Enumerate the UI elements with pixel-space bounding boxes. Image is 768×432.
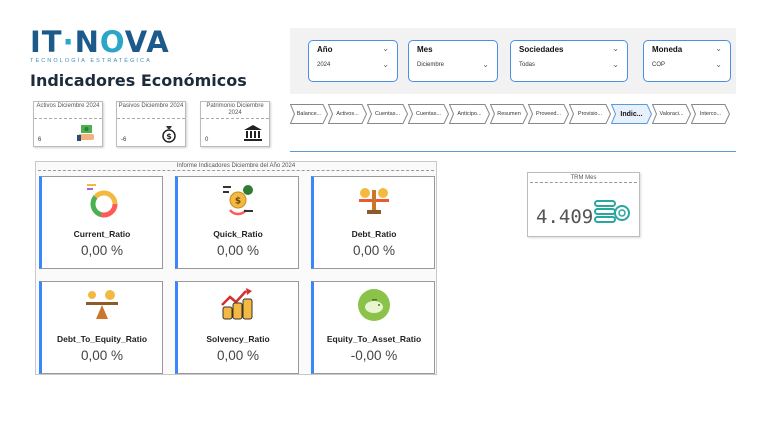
nav-tab-button[interactable]: Indic... xyxy=(611,104,652,124)
ratio-value: 0,00 % xyxy=(352,243,396,258)
nav-tab-button[interactable]: Cuentas... xyxy=(367,104,408,124)
chevron-down-icon[interactable]: ⌄ xyxy=(715,60,722,69)
ratio-value: 0,00 % xyxy=(216,348,260,363)
nav-tab-button[interactable]: Resumen xyxy=(490,104,528,124)
nav-tab-label: Provisio... xyxy=(577,111,603,117)
kpi-card-assets: Activos Diciembre 2024 6 xyxy=(33,101,103,147)
chevron-down-icon[interactable]: ⌄ xyxy=(715,44,722,53)
money-bag-icon: $ xyxy=(162,126,176,143)
slicer-value: 2024 xyxy=(317,62,331,68)
money-scale-icon xyxy=(86,290,118,319)
logo-tagline: TECNOLOGÍA ESTRATÉGICA xyxy=(30,58,152,64)
ratio-label: Equity_To_Asset_Ratio xyxy=(326,334,422,344)
nav-tab-label: Balance... xyxy=(296,111,322,117)
currency-slicer[interactable]: Moneda COP ⌄ ⌄ xyxy=(643,40,731,82)
nav-tab-label: Cuentas... xyxy=(415,111,442,117)
slicer-value: COP xyxy=(652,62,666,68)
balance-scale-icon xyxy=(359,188,389,214)
nav-tab-button[interactable]: Balance... xyxy=(290,104,328,124)
kpi-title: Patrimonio Diciembre 2024 xyxy=(201,102,269,119)
hand-money-icon xyxy=(77,125,94,141)
nav-tab-button[interactable]: Proveed... xyxy=(528,104,569,124)
trm-title: TRM Mes xyxy=(530,173,637,183)
chevron-down-icon[interactable]: ⌄ xyxy=(612,60,619,69)
piggy-bank-icon xyxy=(358,289,390,321)
divider-line xyxy=(290,151,736,152)
ratio-value: -0,00 % xyxy=(350,348,398,363)
ratio-label: Debt_Ratio xyxy=(351,229,397,239)
logo-text-b: N xyxy=(74,25,100,59)
nav-tab-button[interactable]: Anticipo... xyxy=(449,104,490,124)
solvency-ratio-card: Solvency_Ratio 0,00 % xyxy=(175,281,299,374)
slicer-value: Todas xyxy=(519,62,536,68)
nav-tab-label: Activos... xyxy=(336,111,359,117)
indicators-panel: Informe Indicadores Diciembre del Año 20… xyxy=(35,161,437,375)
slicer-label: Sociedades xyxy=(519,45,564,54)
nav-tab-label: Interco... xyxy=(699,111,722,117)
nav-tab-label: Indic... xyxy=(620,110,643,118)
panel-title: Informe Indicadores Diciembre del Año 20… xyxy=(38,162,434,171)
svg-text:$: $ xyxy=(235,197,241,207)
money-growth-icon: $ xyxy=(223,185,253,216)
svg-text:$: $ xyxy=(166,132,172,141)
month-slicer[interactable]: Mes Diciembre ⌄ xyxy=(408,40,498,82)
company-logo: IT·NOVA TECNOLOGÍA ESTRATÉGICA xyxy=(30,25,170,64)
nav-tab-button[interactable]: Activos... xyxy=(328,104,367,124)
company-slicer[interactable]: Sociedades Todas ⌄ ⌄ xyxy=(510,40,628,82)
slicer-label: Mes xyxy=(417,45,433,54)
ratio-label: Solvency_Ratio xyxy=(206,334,270,344)
quick-ratio-card: $ Quick_Ratio 0,00 % xyxy=(175,176,299,269)
kpi-title: Pasivos Diciembre 2024 xyxy=(117,102,185,119)
kpi-title: Activos Diciembre 2024 xyxy=(34,102,102,119)
ratio-label: Current_Ratio xyxy=(73,229,131,239)
nav-tab-label: Cuentas... xyxy=(374,111,401,117)
bank-icon xyxy=(244,125,262,141)
nav-tab-label: Valoraci... xyxy=(659,111,684,117)
slicer-label: Año xyxy=(317,45,333,54)
donut-chart-icon xyxy=(87,184,118,218)
nav-tab-button[interactable]: Cuentas... xyxy=(408,104,449,124)
kpi-card-liabilities: Pasivos Diciembre 2024 -6 $ xyxy=(116,101,186,147)
current-ratio-card: Current_Ratio 0,00 % xyxy=(39,176,163,269)
ratio-label: Quick_Ratio xyxy=(213,229,263,239)
ratio-value: 0,00 % xyxy=(216,243,260,258)
year-slicer[interactable]: Año 2024 ⌄ ⌄ xyxy=(308,40,398,82)
ratio-value: 0,00 % xyxy=(80,348,124,363)
nav-tab-label: Proveed... xyxy=(535,111,562,117)
ratio-label: Debt_To_Equity_Ratio xyxy=(56,334,148,344)
logo-o-glyph: O xyxy=(99,25,125,59)
slicer-value: Diciembre xyxy=(417,62,445,68)
trm-card: TRM Mes 4.409 xyxy=(527,172,640,237)
logo-text-a: IT xyxy=(30,25,63,59)
debt-ratio-card: Debt_Ratio 0,00 % xyxy=(311,176,435,269)
ratio-value: 0,00 % xyxy=(80,243,124,258)
chevron-down-icon[interactable]: ⌄ xyxy=(382,44,389,53)
nav-tab-label: Resumen xyxy=(497,111,521,117)
equity-to-asset-ratio-card: Equity_To_Asset_Ratio -0,00 % xyxy=(311,281,435,374)
kpi-value: -6 xyxy=(121,137,127,143)
trm-value: 4.409 xyxy=(536,206,594,228)
page-title: Indicadores Económicos xyxy=(30,71,247,90)
nav-tab-button[interactable]: Valoraci... xyxy=(652,104,691,124)
kpi-value: 6 xyxy=(38,137,42,143)
coin-stack-icon xyxy=(594,200,630,223)
logo-text-c: VA xyxy=(124,25,170,59)
slicer-label: Moneda xyxy=(652,45,683,54)
debt-to-equity-ratio-card: Debt_To_Equity_Ratio 0,00 % xyxy=(39,281,163,374)
nav-tab-button[interactable]: Provisio... xyxy=(569,104,611,124)
coins-growth-icon xyxy=(221,288,253,320)
nav-tab-button[interactable]: Interco... xyxy=(691,104,730,124)
kpi-card-equity: Patrimonio Diciembre 2024 0 xyxy=(200,101,270,147)
chevron-down-icon[interactable]: ⌄ xyxy=(482,60,489,69)
chevron-down-icon[interactable]: ⌄ xyxy=(612,44,619,53)
nav-tab-label: Anticipo... xyxy=(457,111,482,117)
chevron-down-icon[interactable]: ⌄ xyxy=(382,60,389,69)
kpi-value: 0 xyxy=(205,137,209,143)
